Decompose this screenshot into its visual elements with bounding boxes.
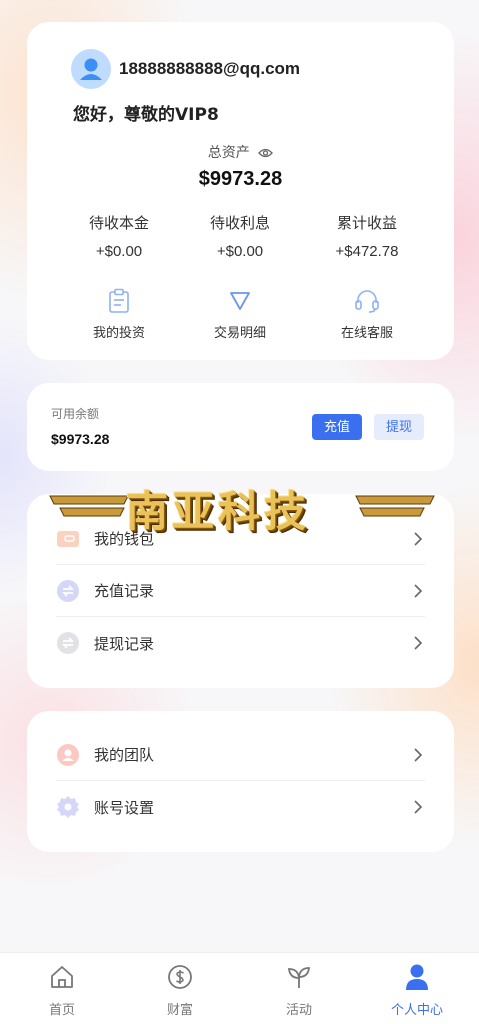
- quick-link-label: 在线客服: [340, 326, 393, 341]
- chevron-right-icon: [411, 531, 425, 547]
- chevron-right-icon: [411, 583, 425, 599]
- nav-label: 首页: [48, 1003, 75, 1018]
- nav-wealth[interactable]: 财富: [120, 963, 240, 1018]
- quick-link-transactions[interactable]: 交易明细: [175, 286, 305, 341]
- quick-link-label: 交易明细: [213, 326, 266, 341]
- bottom-navigation: 首页 财富 活动 个人中心: [0, 952, 479, 1024]
- stat-label: 待收利息: [209, 214, 270, 232]
- nav-personal-center[interactable]: 个人中心: [357, 963, 477, 1018]
- eye-icon[interactable]: [258, 147, 274, 163]
- nav-label: 财富: [166, 1003, 193, 1018]
- exchange-icon: [56, 579, 80, 603]
- wallet-icon: [56, 527, 80, 551]
- menu-item-recharge-records[interactable]: 充值记录: [56, 565, 425, 617]
- exchange-gray-icon: [56, 631, 80, 655]
- balance-card: 可用余额 $9973.28 充值 提现: [27, 383, 454, 471]
- menu-item-withdraw-records[interactable]: 提现记录: [56, 617, 425, 669]
- available-balance-value: $9973.28: [51, 431, 110, 447]
- menu-item-label: 提现记录: [94, 634, 155, 653]
- sprout-icon: [239, 963, 359, 991]
- stat-pending-interest: 待收利息 +$0.00: [175, 212, 305, 260]
- nav-label: 活动: [285, 1003, 312, 1018]
- menu-item-label: 充值记录: [94, 582, 155, 600]
- user-icon: [357, 963, 477, 991]
- quick-link-my-investment[interactable]: 我的投资: [54, 286, 184, 341]
- clipboard-icon: [54, 286, 184, 316]
- chevron-right-icon: [411, 799, 425, 815]
- home-icon: [2, 963, 122, 991]
- chevron-right-icon: [411, 635, 425, 651]
- menu-item-label: 我的钱包: [94, 530, 155, 548]
- menu-item-my-team[interactable]: 我的团队: [56, 729, 425, 781]
- menu-item-my-wallet[interactable]: 我的钱包: [56, 513, 425, 565]
- stat-value: +$0.00: [95, 243, 143, 260]
- nav-activity[interactable]: 活动: [239, 963, 359, 1018]
- profile-card: 18888888888@qq.com 您好，尊敬的VIP8 总资产 $9973.…: [27, 22, 454, 360]
- stat-label: 待收本金: [88, 214, 149, 232]
- stat-cumulative-income: 累计收益 +$472.78: [302, 212, 432, 260]
- withdraw-button[interactable]: 提现: [374, 414, 424, 440]
- quick-link-label: 我的投资: [92, 326, 145, 341]
- menu-item-account-settings[interactable]: 账号设置: [56, 781, 425, 833]
- menu-item-label: 我的团队: [94, 746, 155, 764]
- settings-icon: [56, 795, 80, 819]
- stat-label: 累计收益: [336, 214, 397, 232]
- stat-value: +$0.00: [216, 243, 264, 260]
- dollar-icon: [120, 963, 240, 991]
- nav-label: 个人中心: [390, 1003, 443, 1018]
- menu-card-account: 我的团队 账号设置: [27, 711, 454, 852]
- total-assets-value: $9973.28: [198, 168, 283, 190]
- avatar[interactable]: [71, 49, 111, 89]
- total-assets-label: 总资产: [27, 142, 454, 163]
- triangle-down-icon: [175, 286, 305, 316]
- user-email: 18888888888@qq.com: [119, 59, 301, 78]
- greeting-text: 您好，尊敬的VIP8: [73, 105, 219, 125]
- quick-link-customer-service[interactable]: 在线客服: [302, 286, 432, 341]
- chevron-right-icon: [411, 747, 425, 763]
- menu-item-label: 账号设置: [94, 798, 155, 817]
- stat-value: +$472.78: [335, 243, 399, 260]
- recharge-button[interactable]: 充值: [312, 414, 362, 440]
- available-balance-label: 可用余额: [51, 407, 100, 421]
- menu-card-finance: 我的钱包 充值记录 提现记录: [27, 494, 454, 688]
- stat-pending-principal: 待收本金 +$0.00: [54, 212, 184, 260]
- team-icon: [56, 743, 80, 767]
- total-assets-label-text: 总资产: [207, 145, 250, 161]
- headset-icon: [302, 286, 432, 316]
- nav-home[interactable]: 首页: [2, 963, 122, 1018]
